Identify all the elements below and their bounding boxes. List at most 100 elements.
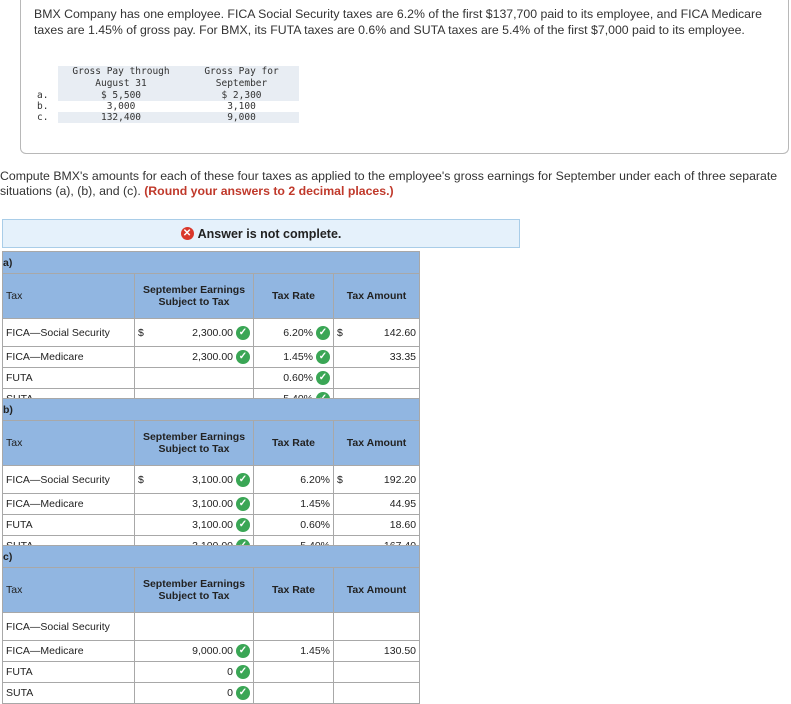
table-row: FICA—Social Security $ 2,300.00 ✓ 6.20% … <box>2 318 421 347</box>
rate-input[interactable]: 0.60% <box>253 514 334 536</box>
gross-through-august: $ 5,500 <box>58 90 184 101</box>
amount-input[interactable] <box>332 682 421 704</box>
earnings-input[interactable]: 0 ✓ <box>134 682 254 704</box>
earnings-value: 3,100.00 <box>192 498 233 510</box>
rate-input[interactable]: 6.20% ✓ <box>253 318 334 347</box>
amount-value: 192.20 <box>383 473 417 486</box>
gross-pay-header-row: Gross Pay through August 31 Gross Pay fo… <box>37 66 299 90</box>
rate-input[interactable] <box>253 682 334 704</box>
answer-status-banner: ✕ Answer is not complete. <box>2 219 520 248</box>
gross-september: 3,100 <box>184 101 299 112</box>
earnings-input[interactable]: 0 ✓ <box>134 661 254 683</box>
table-row: FICA—Medicare 2,300.00 ✓ 1.45% ✓ 33.35 <box>2 346 421 368</box>
rounding-note: (Round your answers to 2 decimal places.… <box>144 184 394 198</box>
tax-name: FICA—Medicare <box>2 640 135 662</box>
rate-input[interactable]: 6.20% <box>253 465 334 494</box>
check-icon: ✓ <box>236 665 250 679</box>
earnings-value: 0 <box>227 687 233 699</box>
tax-name: FICA—Social Security <box>2 318 135 347</box>
amount-input[interactable] <box>332 661 421 683</box>
table-row: FICA—Social Security $ 3,100.00 ✓ 6.20% … <box>2 465 421 494</box>
earnings-value: 2,300.00 <box>192 351 233 363</box>
table-row: FUTA 3,100.00 ✓ 0.60% 18.60 <box>2 514 421 536</box>
row-label: a. <box>37 90 49 101</box>
gross-pay-table: Gross Pay through August 31 Gross Pay fo… <box>37 66 299 123</box>
x-circle-icon: ✕ <box>180 227 194 240</box>
earnings-input[interactable]: $ 2,300.00 ✓ <box>134 318 254 347</box>
gross-september: 9,000 <box>184 112 299 123</box>
gross-pay-row: a. $ 5,500 $ 2,300 <box>37 90 299 101</box>
header-row: Tax September Earnings Subject to Tax Ta… <box>2 567 421 613</box>
earnings-input[interactable]: 2,300.00 ✓ <box>134 346 254 368</box>
amount-input[interactable]: 18.60 <box>332 514 421 536</box>
answer-status-text: Answer is not complete. <box>197 226 342 241</box>
rate-value: 6.20% <box>283 326 313 339</box>
tax-table-b: b) Tax September Earnings Subject to Tax… <box>1 398 421 557</box>
amount-input[interactable]: $ 142.60 <box>332 318 421 347</box>
instructions: Compute BMX's amounts for each of these … <box>0 169 791 199</box>
rate-input[interactable] <box>253 612 334 641</box>
earnings-input[interactable]: $ 3,100.00 ✓ <box>134 465 254 494</box>
amount-value: 18.60 <box>389 519 417 531</box>
tax-name: FICA—Social Security <box>2 612 135 641</box>
rate-input[interactable]: 1.45% <box>253 493 334 515</box>
problem-statement-box: BMX Company has one employee. FICA Socia… <box>20 0 789 154</box>
earnings-input[interactable]: 9,000.00 ✓ <box>134 640 254 662</box>
earnings-value: 0 <box>227 666 233 678</box>
table-row: SUTA 0 ✓ <box>2 682 421 704</box>
section-label: b) <box>1 398 421 421</box>
section-label-row: a) <box>1 251 421 274</box>
section-label: a) <box>1 251 421 274</box>
dollar-sign: $ <box>337 473 343 486</box>
gross-september: $ 2,300 <box>184 90 299 101</box>
header-row: Tax September Earnings Subject to Tax Ta… <box>2 273 421 319</box>
gross-pay-row: b. 3,000 3,100 <box>37 101 299 112</box>
tax-table-c: c) Tax September Earnings Subject to Tax… <box>1 545 421 704</box>
earnings-input[interactable] <box>134 612 254 641</box>
amount-input[interactable] <box>332 367 421 389</box>
rate-input[interactable]: 1.45% <box>253 640 334 662</box>
header-earnings: September Earnings Subject to Tax <box>134 420 254 466</box>
tax-name: FUTA <box>2 661 135 683</box>
tax-name: FUTA <box>2 367 135 389</box>
dollar-sign: $ <box>138 473 144 486</box>
header-amount: Tax Amount <box>332 567 421 613</box>
dollar-sign: $ <box>337 326 343 339</box>
header-amount: Tax Amount <box>332 273 421 319</box>
rate-input[interactable]: 0.60% ✓ <box>253 367 334 389</box>
header-earnings: September Earnings Subject to Tax <box>134 273 254 319</box>
check-icon: ✓ <box>236 644 250 658</box>
check-icon: ✓ <box>236 518 250 532</box>
earnings-input[interactable]: 3,100.00 ✓ <box>134 493 254 515</box>
tax-name: FICA—Medicare <box>2 493 135 515</box>
earnings-input[interactable] <box>134 367 254 389</box>
amount-input[interactable] <box>332 612 421 641</box>
earnings-value: 9,000.00 <box>192 645 233 657</box>
check-icon: ✓ <box>236 686 250 700</box>
earnings-value: 3,100.00 <box>192 519 233 531</box>
earnings-value: 2,300.00 <box>192 326 233 339</box>
tax-name: SUTA <box>2 682 135 704</box>
rate-input[interactable] <box>253 661 334 683</box>
amount-value: 142.60 <box>383 326 417 339</box>
section-label: c) <box>1 545 421 568</box>
header-september: Gross Pay for September <box>184 66 299 90</box>
earnings-input[interactable]: 3,100.00 ✓ <box>134 514 254 536</box>
gross-through-august: 3,000 <box>58 101 184 112</box>
check-icon: ✓ <box>316 350 330 364</box>
amount-input[interactable]: $ 192.20 <box>332 465 421 494</box>
amount-input[interactable]: 130.50 <box>332 640 421 662</box>
check-icon: ✓ <box>316 325 330 340</box>
table-row: FICA—Medicare 3,100.00 ✓ 1.45% 44.95 <box>2 493 421 515</box>
amount-value: 130.50 <box>383 645 417 657</box>
header-tax: Tax <box>2 273 135 319</box>
rate-value: 1.45% <box>300 498 330 510</box>
row-label: c. <box>37 112 49 123</box>
table-row: FUTA 0.60% ✓ <box>2 367 421 389</box>
table-row: FICA—Social Security <box>2 612 421 641</box>
amount-input[interactable]: 33.35 <box>332 346 421 368</box>
table-row: FICA—Medicare 9,000.00 ✓ 1.45% 130.50 <box>2 640 421 662</box>
rate-input[interactable]: 1.45% ✓ <box>253 346 334 368</box>
amount-input[interactable]: 44.95 <box>332 493 421 515</box>
section-label-row: c) <box>1 545 421 568</box>
